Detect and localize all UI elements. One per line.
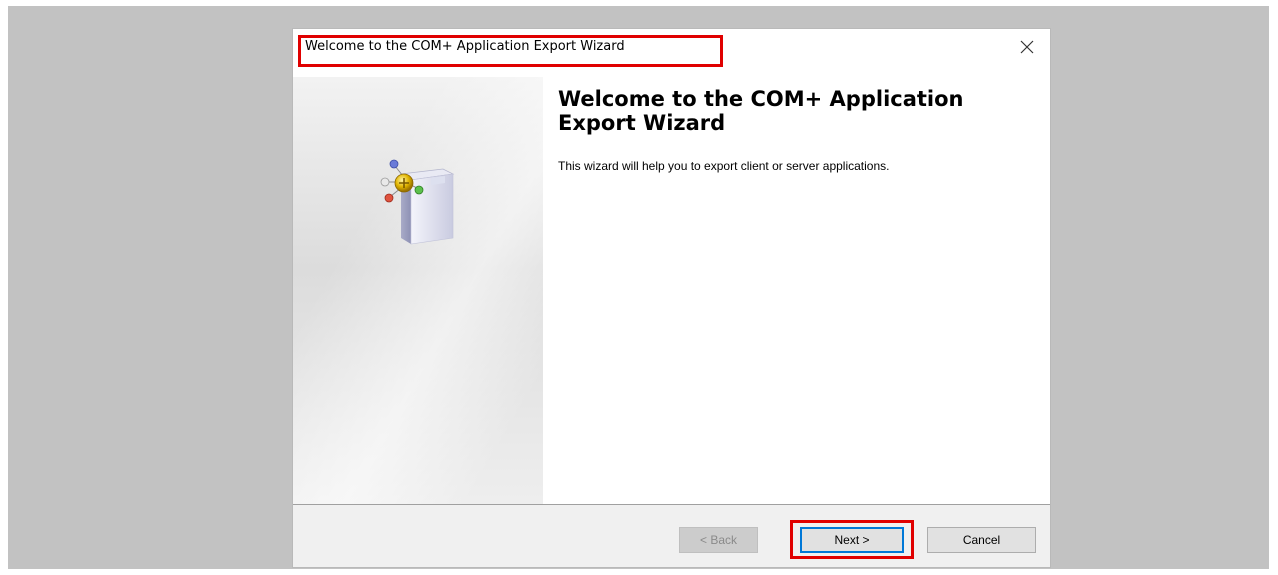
- title-bar: Welcome to the COM+ Application Export W…: [293, 29, 1050, 68]
- close-icon: [1020, 40, 1034, 54]
- back-button[interactable]: < Back: [679, 527, 758, 553]
- com-plus-package-icon: [380, 159, 455, 245]
- title-highlight-box: [298, 35, 723, 67]
- wizard-description: This wizard will help you to export clie…: [558, 159, 890, 173]
- wizard-dialog: Welcome to the COM+ Application Export W…: [293, 29, 1050, 567]
- cancel-button[interactable]: Cancel: [927, 527, 1036, 553]
- next-button[interactable]: Next >: [800, 527, 904, 553]
- wizard-heading: Welcome to the COM+ Application Export W…: [558, 87, 964, 135]
- wizard-footer: < Back Next > Cancel: [293, 505, 1050, 567]
- wizard-content: Welcome to the COM+ Application Export W…: [543, 77, 1050, 504]
- wizard-sidebar: [293, 77, 543, 504]
- close-button[interactable]: [1012, 33, 1042, 61]
